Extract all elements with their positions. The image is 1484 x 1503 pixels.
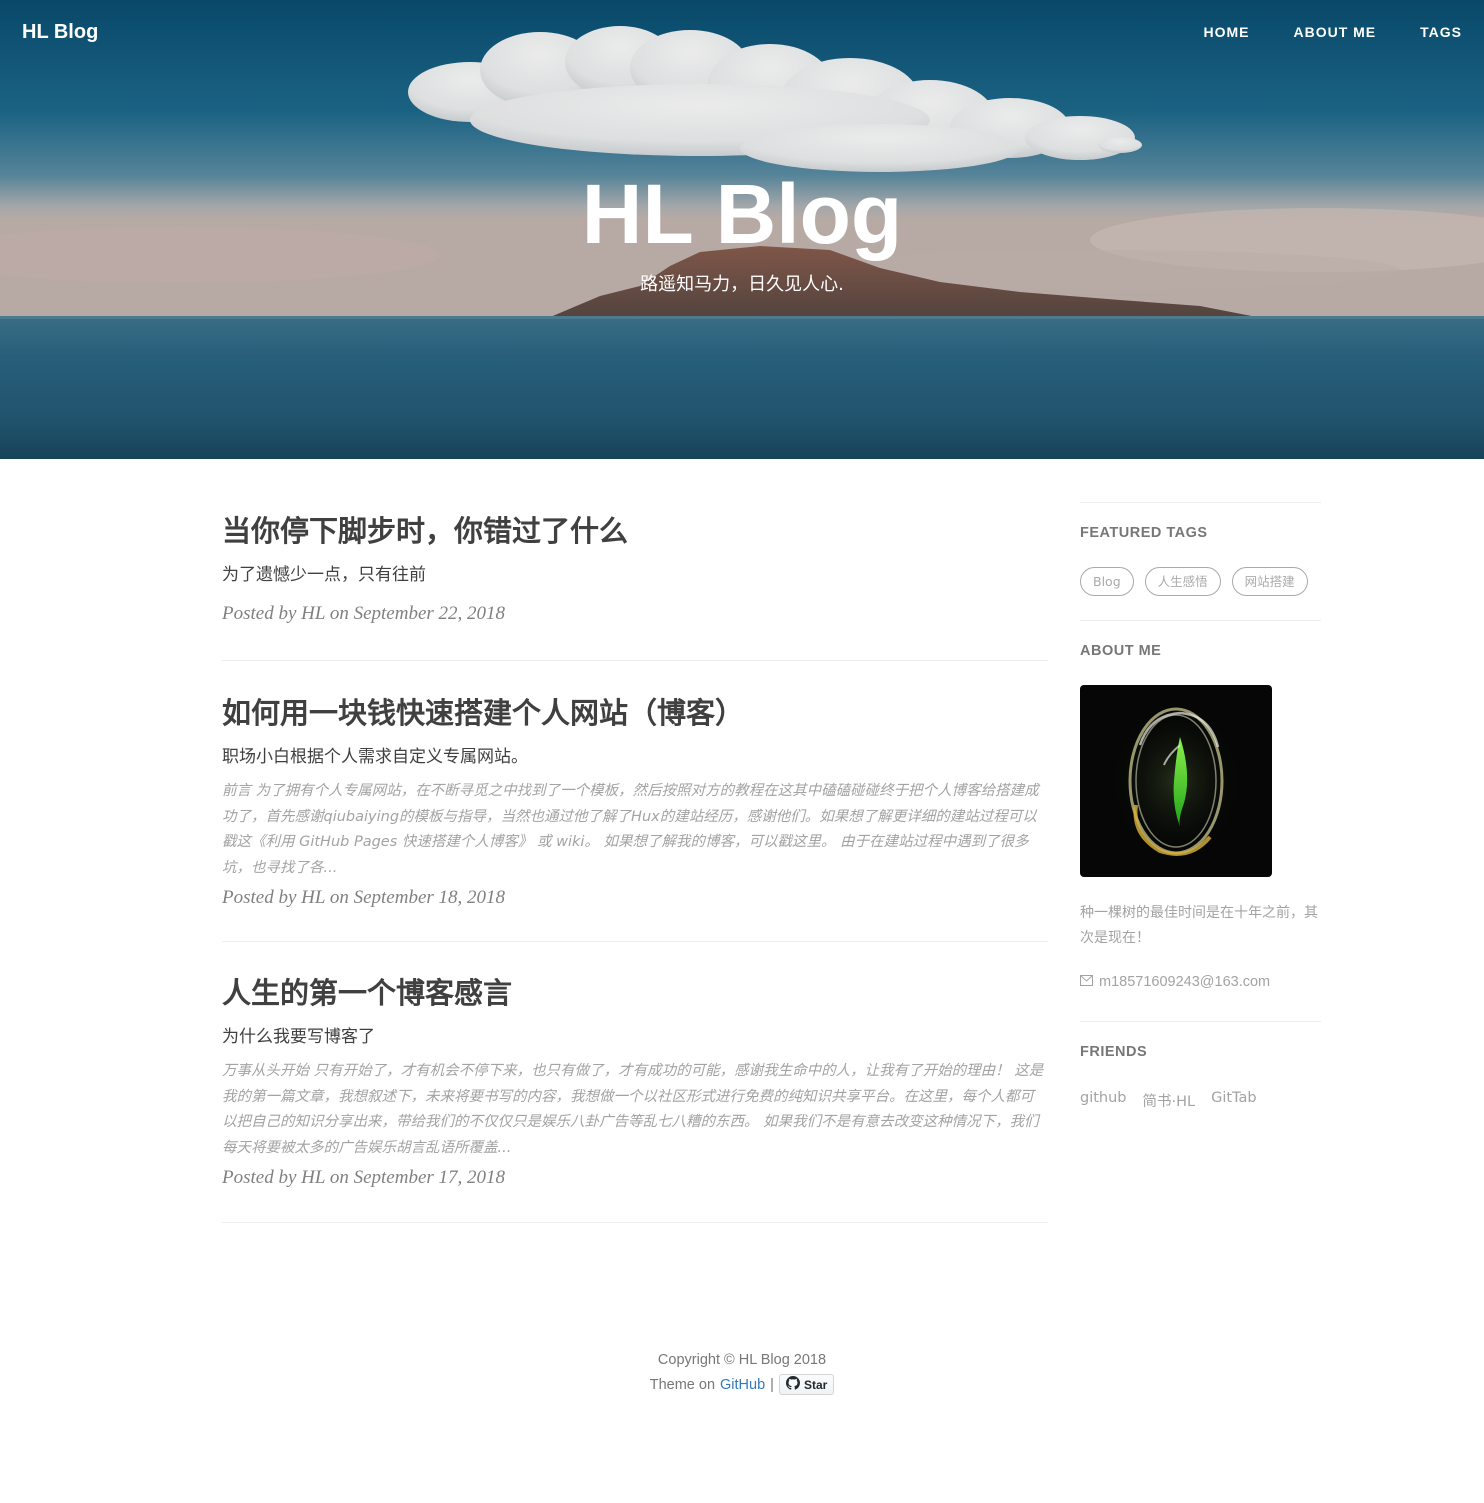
post-subtitle[interactable]: 为什么我要写博客了 [222, 1025, 1048, 1049]
post-excerpt[interactable]: 前言 为了拥有个人专属网站，在不断寻觅之中找到了一个模板，然后按照对方的教程在这… [222, 779, 1048, 881]
post-title-link[interactable]: 人生的第一个博客感言 [222, 975, 1048, 1011]
copyright-text: Copyright © HL Blog 2018 [657, 1352, 827, 1368]
site-subtitle: 路遥知马力，日久见人心. [640, 274, 844, 295]
friends-section: FRIENDS github 简书·HL GitTab [1080, 1021, 1321, 1111]
nav-link-home[interactable]: HOME [1203, 24, 1249, 40]
friends-heading: FRIENDS [1080, 1044, 1148, 1060]
about-email[interactable]: m18571609243@163.com [1080, 974, 1321, 990]
top-nav: HOME ABOUT ME TAGS [1159, 24, 1462, 40]
theme-github-link[interactable]: GitHub [720, 1377, 765, 1393]
nav-brand-link[interactable]: HL Blog [22, 21, 98, 44]
post-meta: Posted by HL on September 18, 2018 [222, 887, 506, 908]
envelope-icon [1080, 974, 1093, 990]
avatar [1080, 685, 1272, 877]
github-icon [785, 1376, 800, 1393]
tag-blog[interactable]: Blog [1080, 567, 1134, 596]
nav-link-tags[interactable]: TAGS [1420, 24, 1462, 40]
friend-link-github[interactable]: github [1080, 1090, 1127, 1111]
about-me-section: ABOUT ME 种一棵树的最佳时间是在十年之前，其次是现在！ m1857160… [1080, 620, 1321, 1021]
post-preview: 人生的第一个博客感言 为什么我要写博客了 万事从头开始 只有开始了，才有机会不停… [222, 942, 1048, 1223]
friend-link-gittab[interactable]: GitTab [1211, 1090, 1257, 1111]
post-subtitle[interactable]: 职场小白根据个人需求自定义专属网站。 [222, 745, 1048, 769]
post-title-link[interactable]: 当你停下脚步时，你错过了什么 [222, 513, 1048, 549]
about-bio: 种一棵树的最佳时间是在十年之前，其次是现在！ [1080, 905, 1318, 946]
about-email-address[interactable]: m18571609243@163.com [1099, 974, 1270, 990]
nav-link-about-me[interactable]: ABOUT ME [1293, 24, 1376, 40]
post-preview: 当你停下脚步时，你错过了什么 为了遗憾少一点，只有往前 Posted by HL… [222, 459, 1048, 661]
theme-credit: Theme on GitHub | Star [650, 1374, 835, 1395]
sidebar: FEATURED TAGS Blog 人生感悟 网站搭建 ABOUT ME 种一… [1080, 502, 1321, 1111]
site-title: HL Blog [581, 167, 903, 261]
post-meta: Posted by HL on September 17, 2018 [222, 1167, 506, 1188]
featured-tags-heading: FEATURED TAGS [1080, 525, 1208, 541]
post-subtitle[interactable]: 为了遗憾少一点，只有往前 [222, 563, 1048, 587]
theme-prefix: Theme on [649, 1376, 716, 1393]
post-meta: Posted by HL on September 22, 2018 [222, 603, 506, 624]
featured-tags-section: FEATURED TAGS Blog 人生感悟 网站搭建 [1080, 502, 1321, 620]
tag-site-building[interactable]: 网站搭建 [1231, 567, 1308, 596]
friends-list: github 简书·HL GitTab [1080, 1090, 1321, 1111]
friend-link-jianshu[interactable]: 简书·HL [1143, 1090, 1196, 1111]
footer: Copyright © HL Blog 2018 Theme on GitHub… [0, 1352, 1484, 1395]
post-preview: 如何用一块钱快速搭建个人网站（博客） 职场小白根据个人需求自定义专属网站。 前言… [222, 661, 1048, 942]
github-star-button[interactable]: Star [778, 1374, 835, 1395]
tag-list: Blog 人生感悟 网站搭建 [1080, 567, 1321, 596]
post-title-link[interactable]: 如何用一块钱快速搭建个人网站（博客） [222, 695, 1048, 731]
avatar-image [1106, 701, 1246, 861]
post-excerpt[interactable]: 万事从头开始 只有开始了，才有机会不停下来，也只有做了，才有成功的可能，感谢我生… [222, 1059, 1048, 1161]
tag-life[interactable]: 人生感悟 [1144, 567, 1221, 596]
github-star-label[interactable]: Star [804, 1378, 827, 1392]
footer-separator: | [770, 1376, 774, 1393]
hero-header: HL Blog HOME ABOUT ME TAGS HL Blog 路遥知马力… [0, 0, 1484, 459]
about-me-heading: ABOUT ME [1080, 643, 1162, 659]
post-list: 当你停下脚步时，你错过了什么 为了遗憾少一点，只有往前 Posted by HL… [222, 459, 1048, 1223]
